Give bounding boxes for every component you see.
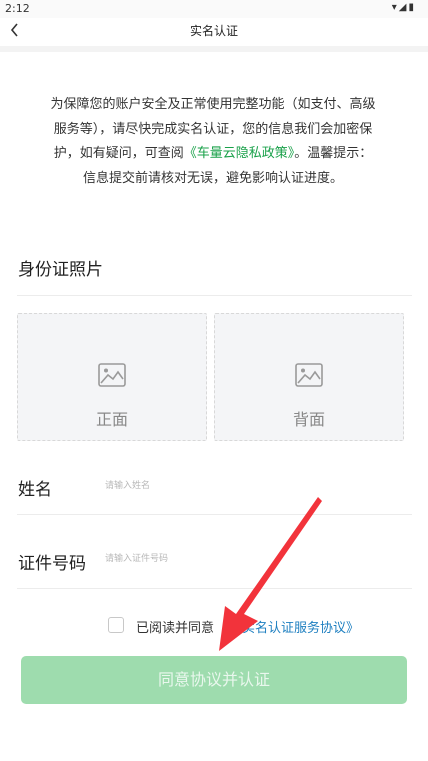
agree-and-verify-button[interactable]: 同意协议并认证 (21, 656, 407, 704)
privacy-policy-link[interactable]: 《车量云隐私政策》 (184, 146, 295, 161)
id-number-label: 证件号码 (18, 554, 86, 574)
name-label: 姓名 (18, 480, 52, 500)
divider (17, 514, 412, 515)
name-input[interactable] (105, 475, 395, 497)
divider (17, 588, 412, 589)
id-back-upload[interactable]: 背面 (214, 313, 404, 441)
nav-bar: 实名认证 (0, 18, 428, 46)
image-icon (295, 363, 323, 387)
id-front-label: 正面 (95, 410, 128, 429)
wifi-icon: ▾ (391, 2, 399, 13)
service-agreement-link[interactable]: 《实名认证服务协议》 (229, 617, 359, 636)
notice-text: 为保障您的账户安全及正常使用完整功能（如支付、高级服务等），请尽快完成实名认证，… (48, 93, 378, 191)
id-front-upload[interactable]: 正面 (17, 313, 207, 441)
id-back-label: 背面 (292, 410, 325, 429)
status-bar: 2:12 ▾◢▮ (0, 0, 428, 18)
status-icons: ▾◢▮ (392, 2, 416, 13)
id-number-input[interactable] (105, 548, 395, 570)
id-photo-title: 身份证照片 (18, 260, 103, 280)
agreement-prefix: 已阅读并同意 (136, 621, 215, 636)
image-icon (98, 363, 126, 387)
status-time: 2:12 (5, 2, 30, 15)
battery-icon: ▮ (408, 2, 416, 13)
page-title: 实名认证 (189, 24, 238, 38)
agreement-checkbox[interactable] (108, 617, 124, 633)
divider (17, 295, 412, 296)
header-divider (0, 46, 428, 52)
